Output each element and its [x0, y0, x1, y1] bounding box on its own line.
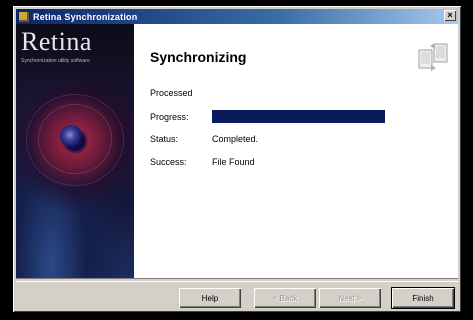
banner-subtitle: Synchronization utility software: [21, 58, 90, 64]
screen-background: Retina Synchronization × Retina Synchron…: [0, 0, 473, 320]
progress-bar: [212, 110, 404, 123]
wizard-window: Retina Synchronization × Retina Synchron…: [13, 6, 461, 312]
success-label: Success:: [150, 157, 187, 167]
status-label: Status:: [150, 134, 179, 144]
progress-bar-fill: [212, 110, 385, 123]
finish-button[interactable]: Finish: [392, 288, 454, 308]
next-button[interactable]: Next >: [319, 288, 381, 308]
success-value: File Found: [212, 157, 255, 167]
processed-label: Processed: [150, 88, 193, 98]
wizard-banner-image: Retina Synchronization utility software: [16, 24, 134, 278]
back-button[interactable]: < Back: [254, 288, 316, 308]
window-title: Retina Synchronization: [33, 11, 138, 22]
help-button[interactable]: Help: [179, 288, 241, 308]
progress-label: Progress:: [150, 112, 189, 122]
title-bar[interactable]: Retina Synchronization ×: [16, 9, 458, 24]
app-icon: [19, 11, 29, 22]
sync-devices-icon: [418, 43, 448, 71]
wizard-content: Synchronizing Processed Progress: Status…: [134, 24, 458, 278]
status-value: Completed.: [212, 134, 259, 144]
banner-title: Retina: [21, 27, 92, 56]
close-button[interactable]: ×: [444, 10, 456, 21]
eye-graphic: [60, 125, 82, 147]
page-title: Synchronizing: [150, 49, 247, 65]
button-divider: [16, 278, 458, 282]
